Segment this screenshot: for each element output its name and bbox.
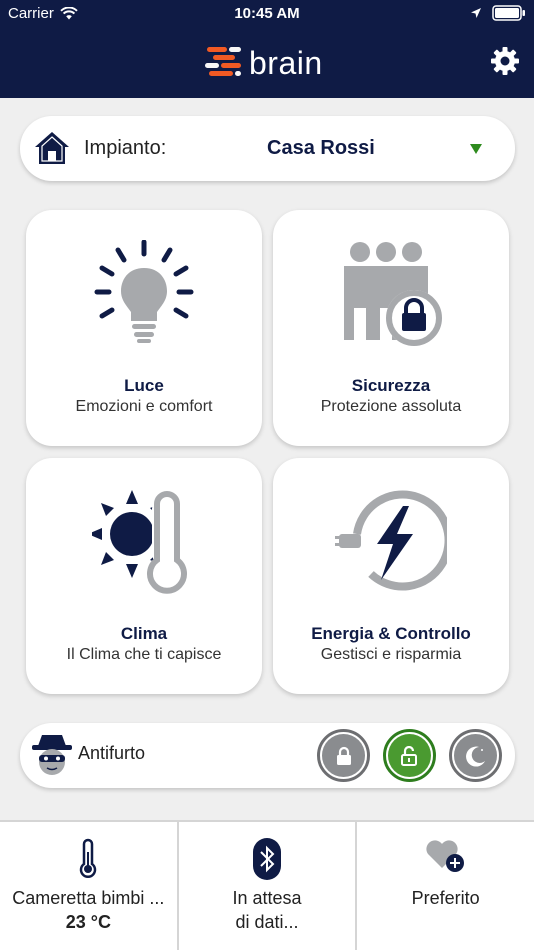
gear-icon <box>491 47 519 75</box>
tile-label: Cameretta bimbi ... <box>12 888 165 908</box>
plant-selector[interactable]: Impianto: Casa Rossi <box>20 116 515 181</box>
plant-value: Casa Rossi <box>267 137 375 159</box>
status-right <box>470 5 526 21</box>
card-title: Clima <box>120 624 168 643</box>
home-icon <box>35 132 69 164</box>
card-title: Sicurezza <box>351 376 431 395</box>
alarm-unlock-button[interactable] <box>383 729 436 782</box>
moon-icon <box>465 746 485 767</box>
thermometer-icon <box>80 838 97 878</box>
plant-label: Impianto: <box>84 137 167 159</box>
status-time: 10:45 AM <box>234 5 300 22</box>
security-lock-icon <box>344 242 442 346</box>
card-energia[interactable]: Energia & Controllo Gestisci e risparmia <box>273 458 509 694</box>
tile-value: di dati... <box>235 912 299 932</box>
antifurto-label: Antifurto <box>78 743 146 763</box>
card-clima[interactable]: Clima Il Clima che ti capisce <box>26 458 262 694</box>
card-subtitle: Gestisci e risparmia <box>320 646 462 663</box>
unlock-icon <box>400 745 417 766</box>
tile-bluetooth[interactable]: In attesa di dati... <box>178 820 358 950</box>
heart-add-icon <box>426 840 464 872</box>
location-arrow-icon <box>471 8 481 18</box>
logo-text: brain <box>249 45 323 81</box>
antifurto-bar: Antifurto <box>20 723 515 788</box>
energy-bolt-icon <box>335 490 447 591</box>
settings-button[interactable] <box>490 46 520 81</box>
card-title: Energia & Controllo <box>311 624 471 643</box>
lock-icon <box>336 746 351 765</box>
battery-icon <box>492 5 525 21</box>
tile-label: Preferito <box>411 888 480 908</box>
burglar-icon <box>32 735 72 775</box>
tile-value: 23 °C <box>65 912 111 932</box>
alarm-lock-button[interactable] <box>317 729 370 782</box>
card-sicurezza[interactable]: Sicurezza Protezione assoluta <box>273 210 509 446</box>
card-subtitle: Protezione assoluta <box>320 398 462 415</box>
alarm-night-button[interactable] <box>449 729 502 782</box>
card-subtitle: Il Clima che ti capisce <box>66 646 222 663</box>
dropdown-arrow-icon <box>470 144 482 154</box>
lightbulb-icon <box>94 240 194 343</box>
app-header: Carrier 10:45 AM brain <box>0 0 534 98</box>
brain-logo-icon <box>205 47 241 76</box>
tile-cameretta[interactable]: Cameretta bimbi ... 23 °C <box>0 820 179 950</box>
status-bar: Carrier 10:45 AM <box>0 0 534 28</box>
bottom-tiles: Cameretta bimbi ... 23 °C In attesa di d… <box>0 820 534 950</box>
tile-preferito[interactable]: Preferito <box>357 820 534 950</box>
sun-thermometer-icon <box>92 490 187 598</box>
card-luce[interactable]: Luce Emozioni e comfort <box>26 210 262 446</box>
tile-label: In attesa <box>232 888 302 908</box>
card-title: Luce <box>124 376 164 395</box>
brain-logo: brain <box>205 44 323 82</box>
bluetooth-icon <box>253 838 281 880</box>
card-subtitle: Emozioni e comfort <box>75 398 213 415</box>
